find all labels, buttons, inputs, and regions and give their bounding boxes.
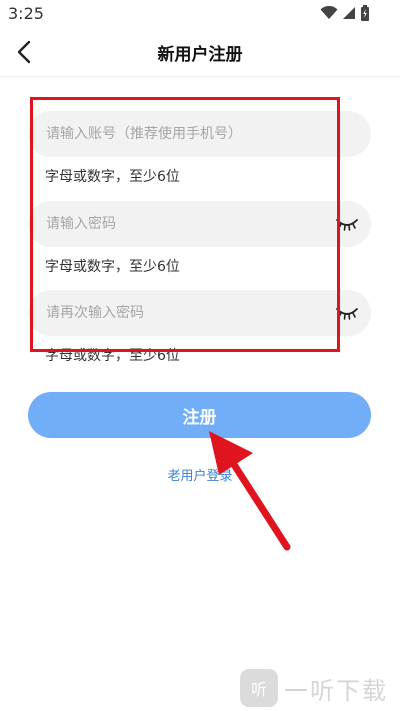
status-bar: 3:25	[0, 0, 400, 28]
status-icons	[320, 5, 370, 21]
account-field[interactable]	[28, 111, 371, 157]
signal-icon	[343, 7, 355, 19]
login-link[interactable]: 老用户登录	[0, 465, 400, 484]
watermark-text: 一听下载	[284, 676, 388, 705]
status-time: 3:25	[8, 4, 44, 23]
register-button[interactable]: 注册	[28, 392, 371, 438]
account-input[interactable]	[46, 111, 326, 157]
eye-closed-icon[interactable]	[335, 304, 359, 322]
password-field[interactable]	[28, 201, 371, 247]
watermark: 听 一听下载	[240, 665, 400, 711]
eye-closed-icon[interactable]	[335, 215, 359, 233]
header: 新用户注册	[0, 28, 400, 77]
password-input[interactable]	[46, 201, 326, 247]
confirm-password-input[interactable]	[46, 290, 326, 336]
page-title: 新用户注册	[157, 45, 243, 65]
battery-icon	[361, 5, 369, 21]
wifi-icon	[320, 6, 338, 19]
confirm-password-field[interactable]	[28, 290, 371, 336]
account-hint: 字母或数字，至少6位	[45, 169, 180, 185]
watermark-logo: 听	[240, 669, 278, 707]
password-hint: 字母或数字，至少6位	[45, 259, 180, 275]
red-arrow-annotation	[209, 431, 291, 551]
confirm-password-hint: 字母或数字，至少6位	[45, 348, 180, 364]
